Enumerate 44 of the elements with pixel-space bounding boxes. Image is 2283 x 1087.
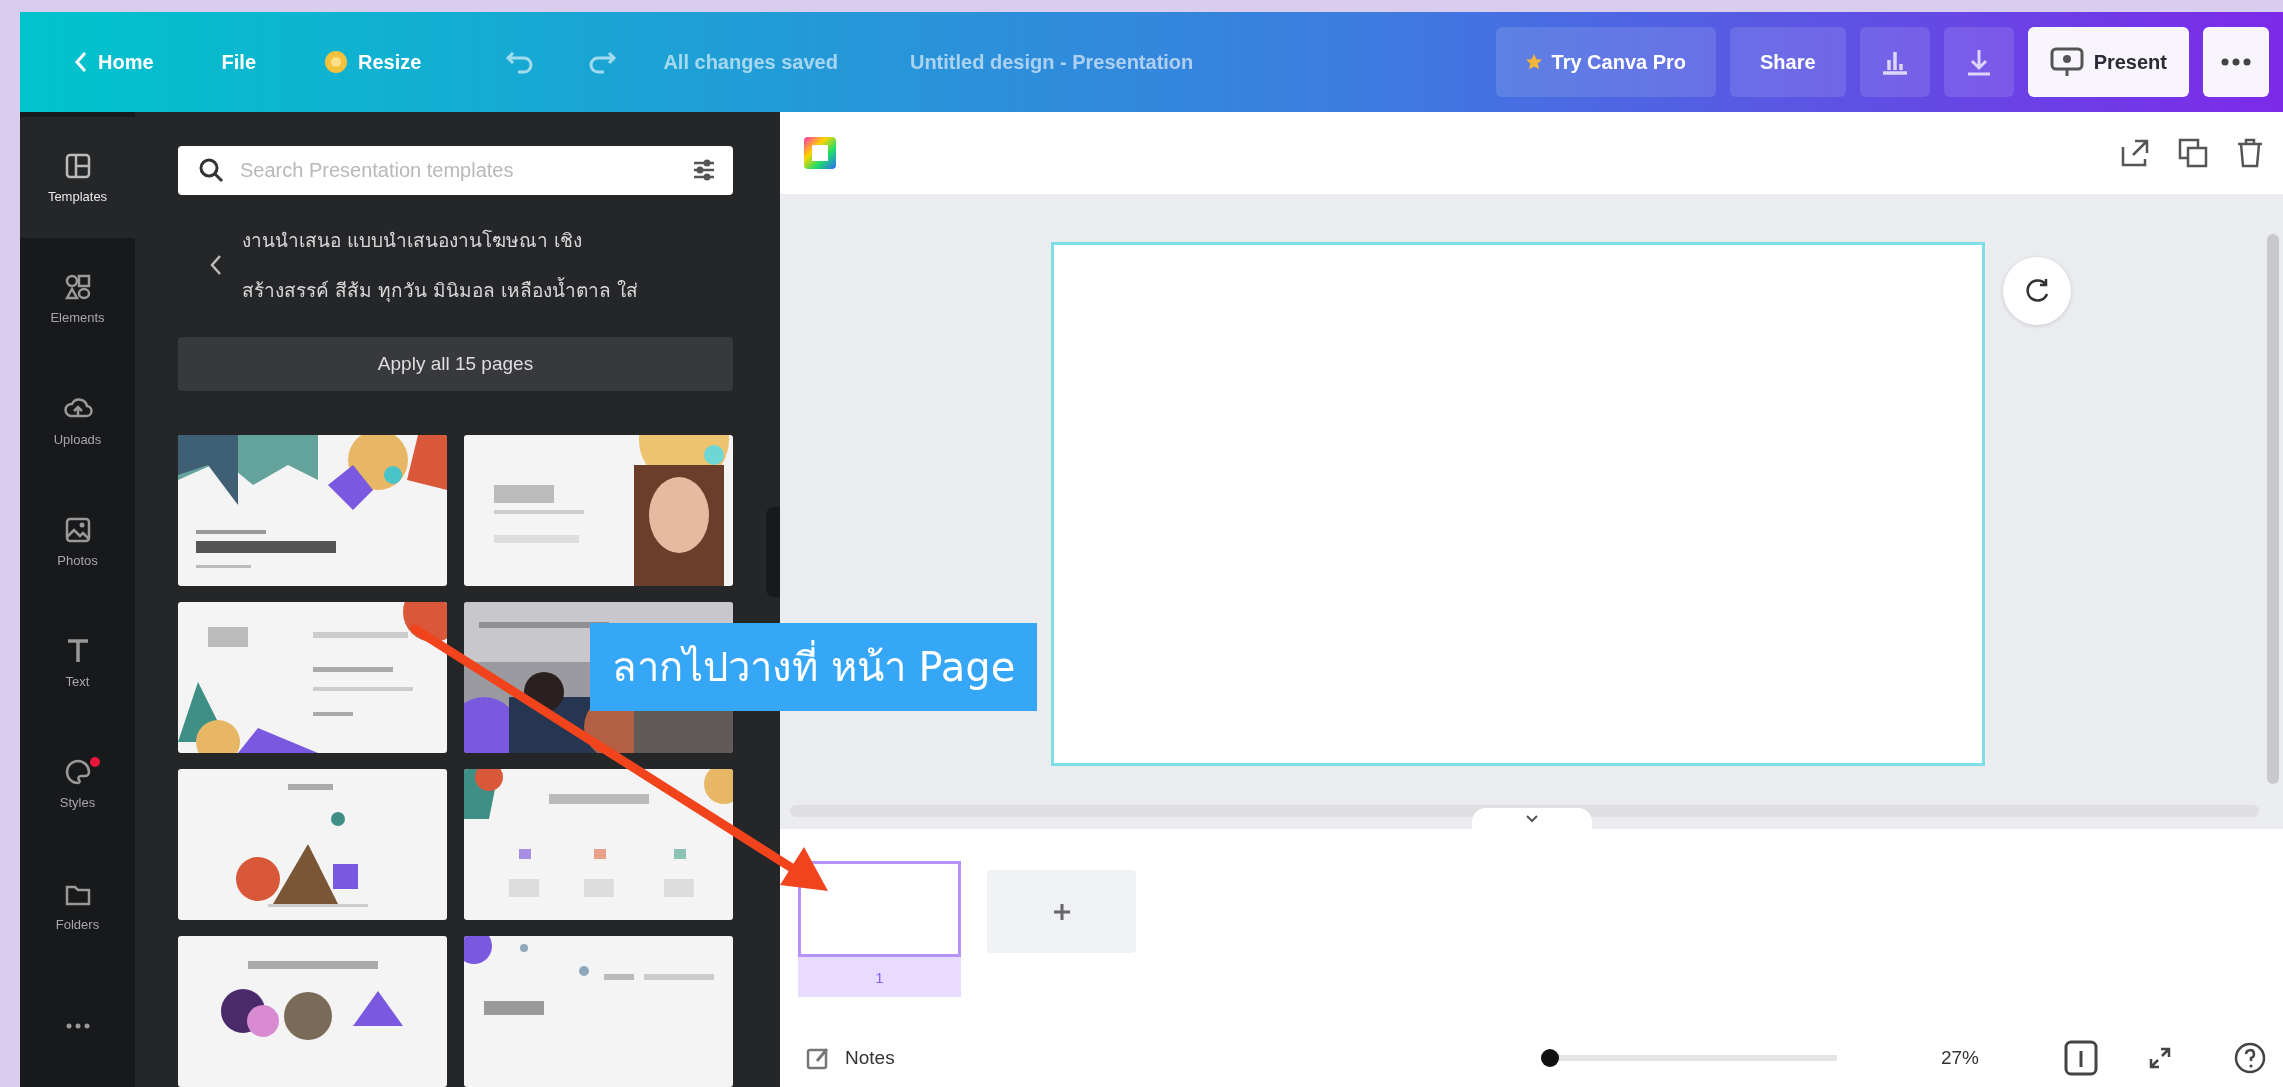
drag-hint-tooltip: ลากไปวางที่ หน้า Page [590,623,1038,711]
search-input[interactable]: Search Presentation templates [238,157,677,183]
presentation-icon [2049,46,2084,78]
more-icon [2221,58,2251,66]
back-icon[interactable] [210,253,222,276]
slider-thumb[interactable] [1540,1049,1559,1067]
pencil-note-icon [805,1045,831,1071]
page-number: 1 [798,957,961,997]
duplicate-icon[interactable] [2177,137,2209,169]
chevron-left-icon [74,51,88,73]
search-field[interactable]: Search Presentation templates [178,146,733,195]
fullscreen-icon[interactable] [2147,1045,2173,1071]
refresh-button[interactable] [2003,257,2071,325]
chevron-down-icon [1525,815,1538,823]
color-icon[interactable] [802,135,838,171]
share-button[interactable]: Share [1730,27,1846,97]
rail-tab[interactable]: Styles [20,723,135,845]
help-icon[interactable] [2233,1041,2267,1075]
plus-icon [1051,901,1072,922]
coin-icon [324,50,349,74]
apply-all-button[interactable]: Apply all 15 pages [178,336,733,391]
trash-icon[interactable] [2235,137,2265,169]
zoom-percentage[interactable]: 27% [1940,1047,1979,1069]
rail-tab[interactable]: Elements [20,238,135,360]
upgrade-button[interactable]: Try Canva Pro [1495,27,1717,97]
star-icon [1525,54,1542,70]
more-button[interactable] [2203,27,2269,97]
rail-tab[interactable]: Folders [20,844,135,966]
collapse-handle[interactable] [766,507,780,597]
search-icon [198,157,224,184]
rail-tab[interactable]: Photos [20,480,135,602]
notes-button[interactable]: Notes [805,1045,895,1071]
present-button[interactable]: Present [2027,27,2189,97]
scrollbar[interactable] [790,805,2259,817]
scrollbar[interactable] [2267,234,2279,784]
insights-button[interactable] [1859,27,1930,97]
template-title: งานนำเสนอ แบบนำเสนองานโฆษณา เชิงสร้างสรรค์ สีส้ม ทุกวัน มินิมอล เหลืองน้ำตาล ใส่ [242,227,640,304]
rail-tab[interactable]: Uploads [20,359,135,481]
rail-tab[interactable]: Text [20,602,135,724]
page-view-icon[interactable] [2063,1039,2099,1077]
save-status: All changes saved [663,50,838,74]
rail-tab[interactable]: Templates [20,117,135,239]
download-button[interactable] [1943,27,2014,97]
export-icon[interactable] [2119,137,2151,169]
